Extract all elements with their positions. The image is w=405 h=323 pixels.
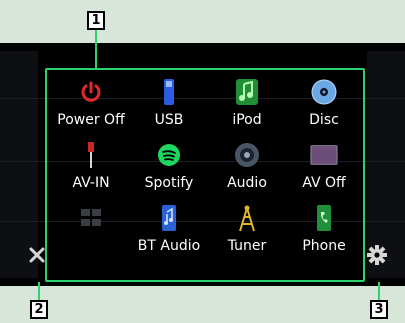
av-in-icon xyxy=(77,141,105,169)
usb-icon xyxy=(155,78,183,106)
tile-av-off[interactable]: AV Off xyxy=(288,139,360,199)
tile-label: Phone xyxy=(302,238,346,254)
tile-label: USB xyxy=(154,112,184,128)
callout-line xyxy=(378,282,380,300)
tile-usb[interactable]: USB xyxy=(133,76,205,136)
tile-label: iPod xyxy=(232,112,262,128)
tile-bt-audio[interactable]: BT Audio xyxy=(133,202,205,262)
callout-3: 3 xyxy=(370,300,388,319)
callout-1: 1 xyxy=(87,11,105,30)
tile-label: Spotify xyxy=(144,175,194,191)
spotify-icon xyxy=(155,141,183,169)
power-icon xyxy=(77,78,105,106)
tile-av-in[interactable]: AV-IN xyxy=(55,139,127,199)
tile-label: Disc xyxy=(309,112,339,128)
callout-2: 2 xyxy=(30,300,48,319)
tile-audio[interactable]: Audio xyxy=(211,139,283,199)
disc-icon xyxy=(310,78,338,106)
tile-empty[interactable] xyxy=(55,202,127,262)
tile-tuner[interactable]: Tuner xyxy=(211,202,283,262)
close-button[interactable] xyxy=(25,243,49,267)
gear-icon xyxy=(367,245,387,265)
tile-label: AV-IN xyxy=(72,175,110,191)
tile-disc[interactable]: Disc xyxy=(288,76,360,136)
tile-label: Audio xyxy=(227,175,267,191)
music-note-icon xyxy=(233,78,261,106)
bt-audio-icon xyxy=(155,204,183,232)
tile-phone[interactable]: Phone xyxy=(288,202,360,262)
tile-label: AV Off xyxy=(302,175,346,191)
close-icon xyxy=(29,247,45,263)
tile-ipod[interactable]: iPod xyxy=(211,76,283,136)
phone-icon xyxy=(310,204,338,232)
tile-spotify[interactable]: Spotify xyxy=(133,139,205,199)
av-off-icon xyxy=(310,141,338,169)
antenna-icon xyxy=(233,204,261,232)
speaker-icon xyxy=(233,141,261,169)
callout-line xyxy=(95,30,97,68)
tile-label: Power Off xyxy=(57,112,125,128)
setup-button[interactable] xyxy=(364,242,390,268)
tile-power-off[interactable]: Power Off xyxy=(55,76,127,136)
grid-icon xyxy=(77,204,105,232)
callout-line xyxy=(38,282,40,300)
tile-label: BT Audio xyxy=(137,238,201,254)
tile-label: Tuner xyxy=(227,238,267,254)
